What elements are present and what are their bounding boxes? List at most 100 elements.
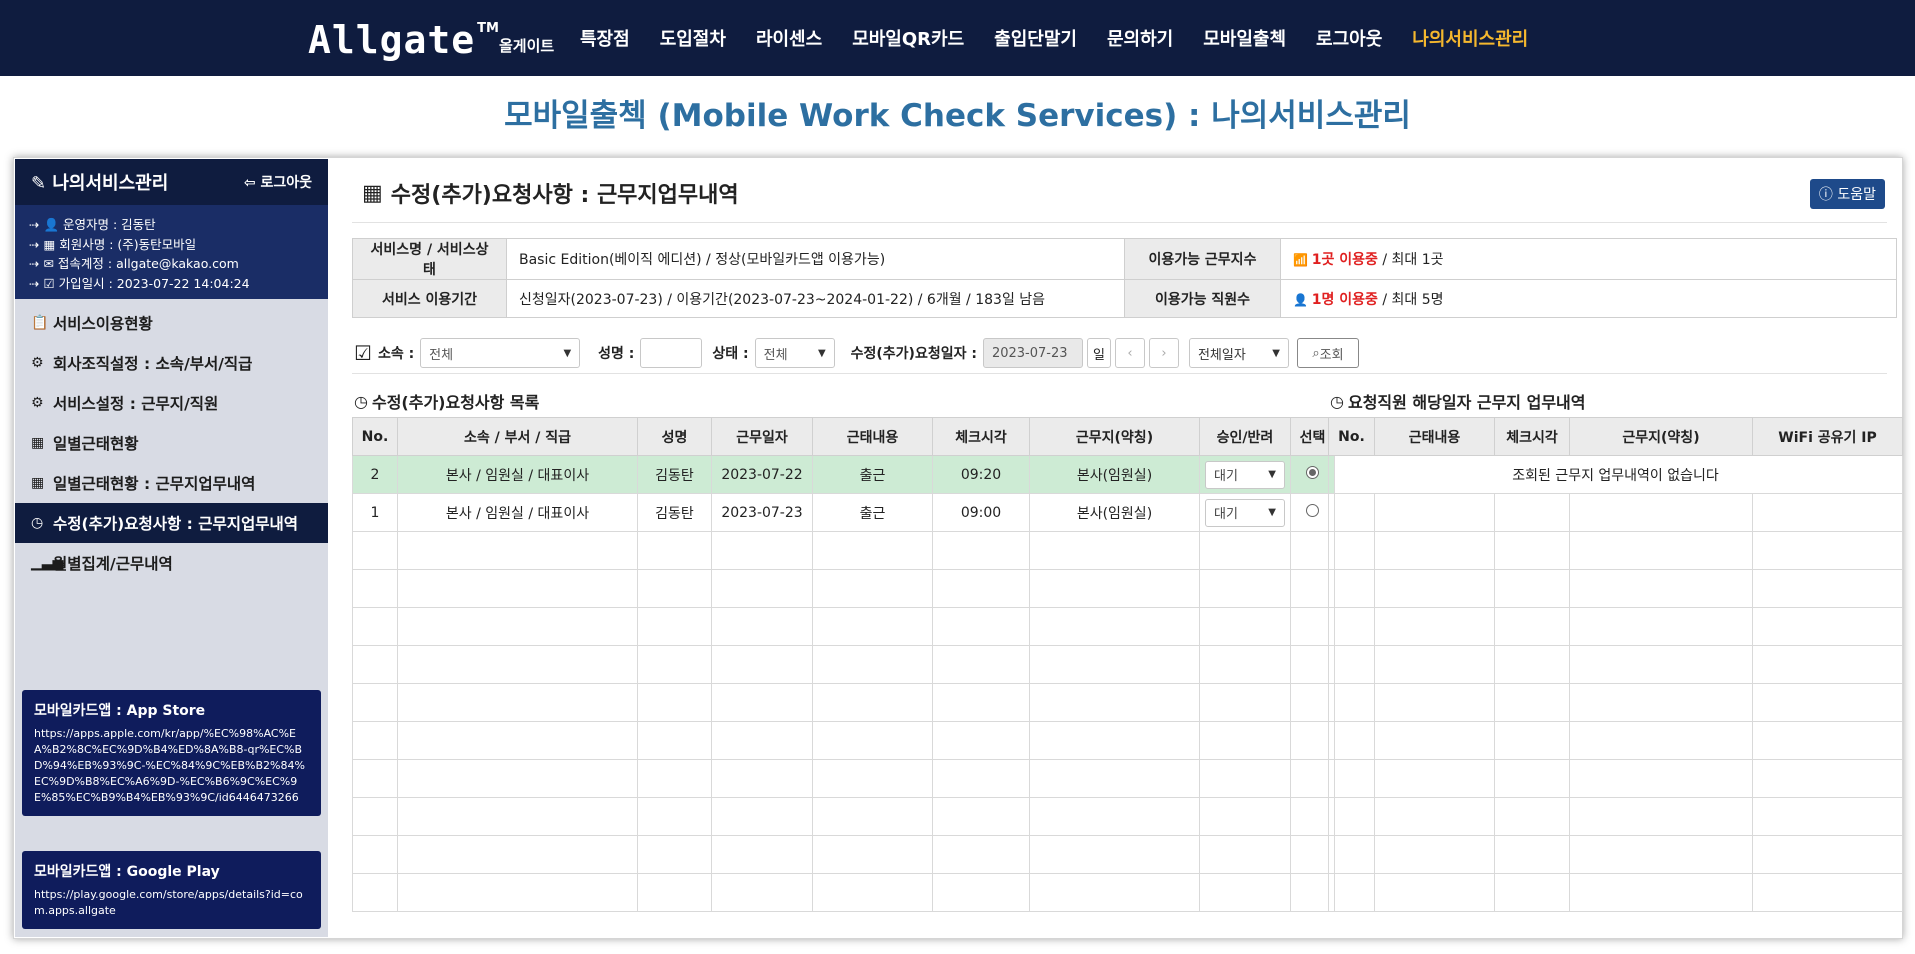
next-date-button[interactable]: › <box>1148 338 1179 368</box>
approval-select[interactable]: 대기 ▼ <box>1205 498 1285 527</box>
sidebar-title: ✎ 나의서비스관리 <box>31 169 168 195</box>
nav-logout[interactable]: 로그아웃 <box>1316 25 1382 51</box>
edit-icon: ✎ <box>31 173 53 194</box>
nav-contact[interactable]: 문의하기 <box>1107 25 1173 51</box>
sidebar-item-org-settings[interactable]: ⚙ 회사조직설정 : 소속/부서/직급 <box>15 343 328 383</box>
sidebar-item-label: 회사조직설정 : 소속/부서/직급 <box>53 355 253 373</box>
nav-terminal[interactable]: 출입단말기 <box>994 25 1077 51</box>
range-select[interactable]: 전체일자 ▼ <box>1188 338 1289 368</box>
approval-value: 대기 <box>1214 469 1238 484</box>
sidebar-item-label: 일별근태현황 : 근무지업무내역 <box>53 475 256 493</box>
sidebar-item-service-status[interactable]: 📋 서비스이용현황 <box>15 303 328 343</box>
empty-row <box>352 645 1335 684</box>
info-joined-text: 가입일시 : 2023-07-22 14:04:24 <box>58 275 250 291</box>
nav-mobile-check[interactable]: 모바일출첵 <box>1203 25 1286 51</box>
gear-icon: ⚙ <box>31 355 44 371</box>
title-divider <box>352 222 1887 223</box>
table-row[interactable]: 1 본사 / 임원실 / 대표이사 김동탄 2023-07-23 출근 09:0… <box>352 493 1335 532</box>
status-label: 상태 : <box>712 346 749 362</box>
col-type: 근태내용 <box>812 417 933 456</box>
detail-title: ◷ 요청직원 해당일자 근무지 업무내역 <box>1330 389 1585 413</box>
empty-row <box>1328 569 1903 608</box>
row-select-radio[interactable] <box>1306 504 1319 517</box>
info-company-text: 회원사명 : (주)동탄모바일 <box>59 236 197 252</box>
name-input[interactable] <box>640 338 703 368</box>
col-org: 소속 / 부서 / 직급 <box>397 417 638 456</box>
sidebar-item-edit-requests[interactable]: ◷ 수정(추가)요청사항 : 근무지업무내역 <box>15 503 328 543</box>
staff-value: 👤 1명 이용중 / 최대 5명 <box>1280 279 1897 318</box>
gear-icon: ⚙ <box>31 395 44 411</box>
allgate-logo[interactable]: Allgate TM 올게이트 <box>308 14 554 62</box>
bar-chart-icon: ▁▃▅ <box>31 555 64 571</box>
sidebar-item-service-settings[interactable]: ⚙ 서비스설정 : 근무지/직원 <box>15 383 328 423</box>
row-select-radio[interactable] <box>1306 466 1319 479</box>
sidebar-item-label: 일별근태현황 <box>53 435 139 453</box>
status-select[interactable]: 전체 ▼ <box>754 338 835 368</box>
search-button[interactable]: ⌕ 조회 <box>1296 338 1359 368</box>
nav-license[interactable]: 라이센스 <box>756 25 822 51</box>
cell-name: 김동탄 <box>637 493 712 532</box>
sidebar-item-daily-site-log[interactable]: ▦ 일별근태현황 : 근무지업무내역 <box>15 463 328 503</box>
service-name-value: Basic Edition(베이직 에디션) / 정상(모바일카드앱 이용가능) <box>506 238 1125 280</box>
cell-type: 출근 <box>812 493 933 532</box>
nav-adoption[interactable]: 도입절차 <box>660 25 726 51</box>
empty-row <box>352 607 1335 646</box>
nav-my-service[interactable]: 나의서비스관리 <box>1412 25 1528 51</box>
staff-used: 1명 이용중 <box>1311 291 1378 308</box>
col-time: 체크시각 <box>932 417 1030 456</box>
sidebar-item-label: 서비스설정 : 근무지/직원 <box>53 395 219 413</box>
info-operator: ⇢ 👤 운영자명 : 김동탄 <box>29 217 156 232</box>
cell-type: 출근 <box>812 455 933 494</box>
appstore-link[interactable]: https://apps.apple.com/kr/app/%EC%98%AC%… <box>34 726 309 806</box>
nav-features[interactable]: 특장점 <box>580 25 630 51</box>
empty-row <box>1328 873 1903 912</box>
search-label: 조회 <box>1319 347 1344 363</box>
nav-mobile-qr[interactable]: 모바일QR카드 <box>852 25 964 51</box>
sidebar-item-daily-attendance[interactable]: ▦ 일별근태현황 <box>15 423 328 463</box>
calendar-icon: ▦ <box>362 180 383 206</box>
chevron-down-icon: ▼ <box>817 347 826 359</box>
empty-row <box>352 683 1335 722</box>
period-value: 신청일자(2023-07-23) / 이용기간(2023-07-23~2024-… <box>506 279 1125 318</box>
col-type: 근태내용 <box>1374 417 1495 456</box>
empty-row <box>352 569 1335 608</box>
empty-row <box>1328 797 1903 836</box>
empty-row <box>1328 493 1903 532</box>
table-row[interactable]: 2 본사 / 임원실 / 대표이사 김동탄 2023-07-22 출근 09:2… <box>352 455 1335 494</box>
sidebar-header: ✎ 나의서비스관리 ⇦ 로그아웃 <box>15 159 328 205</box>
filter-bar: ☑ 소속 : 전체 ▼ 성명 : 상태 : 전체 ▼ 수정(추가)요청일자 : 20… <box>354 337 1894 369</box>
day-button[interactable]: 일 <box>1086 338 1111 368</box>
col-no: No. <box>352 417 398 456</box>
sidebar-item-monthly-summary[interactable]: ▁▃▅ 월별집계/근무내역 <box>15 543 328 583</box>
date-label: 수정(추가)요청일자 : <box>850 346 977 362</box>
range-value: 전체일자 <box>1197 347 1246 363</box>
sidebar-item-label: 월별집계/근무내역 <box>53 555 173 573</box>
googleplay-link[interactable]: https://play.google.com/store/apps/detai… <box>34 887 309 919</box>
name-label: 성명 : <box>598 346 635 362</box>
sidebar-title-text: 나의서비스관리 <box>52 173 169 194</box>
main-title: ▦ 수정(추가)요청사항 : 근무지업무내역 <box>362 177 739 209</box>
sidebar-logout-button[interactable]: ⇦ 로그아웃 <box>244 172 312 192</box>
staff-max: / 최대 5명 <box>1377 291 1444 308</box>
period-label: 서비스 이용기간 <box>352 279 507 318</box>
affil-select[interactable]: 전체 ▼ <box>420 338 581 368</box>
clock-icon: ◷ <box>354 391 368 411</box>
col-approval: 승인/반려 <box>1199 417 1291 456</box>
info-joined: ⇢ ☑ 가입일시 : 2023-07-22 14:04:24 <box>29 275 250 291</box>
approval-select[interactable]: 대기 ▼ <box>1205 460 1285 489</box>
content-frame: ✎ 나의서비스관리 ⇦ 로그아웃 ⇢ 👤 운영자명 : 김동탄 ⇢ ▦ 회원사명… <box>13 157 1903 939</box>
page-title: 모바일출첵 (Mobile Work Check Services) : 나의서… <box>504 98 1411 134</box>
sites-label: 이용가능 근무지수 <box>1124 238 1281 280</box>
list-header-row: No. 소속 / 부서 / 직급 성명 근무일자 근태내용 체크시각 근무지(약… <box>352 417 1335 456</box>
calendar-icon: ▦ <box>31 475 45 491</box>
service-name-label: 서비스명 / 서비스상태 <box>352 238 507 280</box>
calendar-icon: ▦ <box>31 435 45 451</box>
sites-used: 1곳 이용중 <box>1311 252 1378 268</box>
prev-date-button[interactable]: ‹ <box>1114 338 1145 368</box>
date-input[interactable]: 2023-07-23 <box>982 338 1083 368</box>
top-navbar: Allgate TM 올게이트 특장점 도입절차 라이센스 모바일QR카드 출입… <box>0 0 1915 76</box>
info-company: ⇢ ▦ 회원사명 : (주)동탄모바일 <box>29 236 197 252</box>
info-account: ⇢ ✉ 접속계정 : allgate@kakao.com <box>29 256 239 271</box>
help-button[interactable]: ⓘ 도움말 <box>1809 179 1885 209</box>
empty-row <box>352 531 1335 570</box>
